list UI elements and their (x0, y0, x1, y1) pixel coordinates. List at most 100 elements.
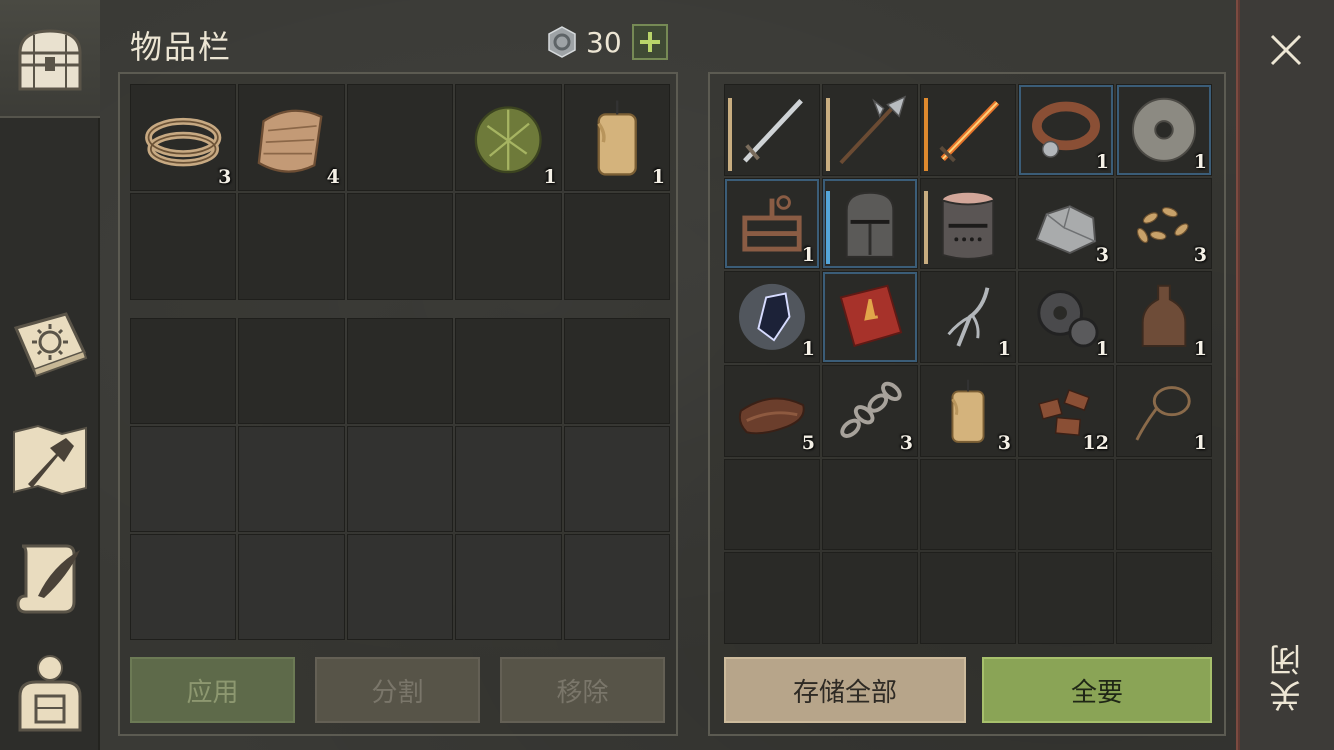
silver-coin-icon (548, 26, 576, 58)
item-slot-crystal[interactable]: 1 (724, 271, 820, 363)
sword-icon (743, 99, 803, 163)
grindstone-icon (1131, 97, 1197, 162)
inventory-slot[interactable] (563, 318, 670, 424)
item-count: 5 (801, 431, 815, 454)
inventory-slot[interactable] (455, 318, 562, 424)
scroll-quill-icon[interactable] (8, 536, 92, 620)
empty-slot[interactable] (238, 193, 345, 300)
crafting-map-icon[interactable] (8, 418, 92, 502)
inventory-slot[interactable] (346, 318, 454, 424)
item-slot-leather[interactable]: 5 (724, 364, 820, 457)
item-count: 3 (1193, 244, 1207, 267)
item-slot-red-book[interactable] (822, 271, 918, 363)
empty-slot[interactable] (346, 84, 454, 191)
inventory-slot[interactable] (130, 318, 237, 424)
iron-ore-icon (1035, 204, 1097, 254)
item-slot-grass-ball[interactable]: 1 (455, 84, 562, 191)
add-currency-button[interactable] (631, 24, 668, 60)
empty-slot[interactable] (563, 193, 670, 300)
page-title: 物品栏 (130, 28, 233, 66)
item-count: 1 (1193, 150, 1207, 173)
item-slot-great-helm[interactable] (822, 177, 918, 270)
empty-slot[interactable] (1018, 458, 1114, 551)
empty-slot[interactable] (920, 458, 1016, 551)
take-all-button[interactable]: 全要 (982, 657, 1212, 723)
item-slot-iron-ore[interactable]: 3 (1018, 177, 1114, 270)
chest-icon (18, 29, 82, 91)
remove-button[interactable]: 移除 (500, 657, 665, 723)
item-slot-seeds[interactable]: 3 (1116, 177, 1212, 270)
item-slot-bottle[interactable]: 1 (1116, 271, 1212, 363)
item-slot-gears[interactable]: 1 (1018, 271, 1114, 363)
grass-ball-icon (474, 106, 542, 174)
item-slot-claw-tool[interactable]: 1 (920, 271, 1016, 363)
item-count: 1 (543, 166, 557, 188)
leather-icon (738, 397, 805, 435)
durability-bar (924, 97, 928, 171)
rope-icon (145, 117, 222, 167)
locked-slot (238, 426, 345, 532)
item-count: 3 (997, 431, 1011, 454)
item-slot-halberd[interactable] (822, 84, 918, 176)
great-helm-icon (845, 191, 895, 258)
locked-slot (130, 534, 237, 640)
apply-button[interactable]: 应用 (130, 657, 295, 723)
locked-slot (563, 426, 670, 532)
candle-icon (596, 100, 637, 176)
empty-slot[interactable] (724, 552, 820, 644)
item-slot-bucket-helm[interactable] (920, 177, 1016, 270)
locked-slot (455, 426, 562, 532)
item-slot-grindstone[interactable]: 1 (1116, 84, 1212, 176)
empty-slot[interactable] (346, 193, 454, 300)
character-icon[interactable] (8, 650, 92, 734)
storage-grid: 1 1 1 3 3 1 1 1 1 5 3 3 12 1 (724, 84, 1212, 644)
locked-grid (130, 318, 670, 640)
item-count: 1 (1193, 431, 1207, 454)
split-button[interactable]: 分割 (315, 657, 480, 723)
empty-slot[interactable] (822, 458, 918, 551)
locked-slot (130, 426, 237, 532)
empty-slot[interactable] (455, 193, 562, 300)
empty-slot[interactable] (724, 458, 820, 551)
item-slot-rope[interactable]: 3 (130, 84, 237, 191)
item-slot-scrap[interactable]: 12 (1018, 364, 1114, 457)
item-slot-cloth[interactable]: 4 (238, 84, 345, 191)
inventory-slot[interactable] (238, 318, 345, 424)
store-all-button[interactable]: 存储全部 (724, 657, 966, 723)
close-label[interactable]: 关闭 (1264, 640, 1310, 712)
item-slot-sword[interactable] (724, 84, 820, 176)
item-slot-lasso[interactable]: 1 (1116, 364, 1212, 457)
empty-slot[interactable] (1116, 552, 1212, 644)
empty-slot[interactable] (1116, 458, 1212, 551)
close-panel[interactable]: 关闭 (1236, 0, 1334, 750)
empty-slot[interactable] (920, 552, 1016, 644)
item-count: 1 (651, 166, 665, 188)
item-count: 1 (1095, 150, 1109, 173)
empty-slot[interactable] (822, 552, 918, 644)
item-count: 1 (801, 337, 815, 360)
sun-book-icon[interactable] (8, 300, 92, 384)
item-slot-candle[interactable]: 3 (920, 364, 1016, 457)
item-count: 3 (218, 166, 232, 188)
item-slot-candle[interactable]: 1 (563, 84, 670, 191)
durability-bar (826, 97, 830, 171)
locked-slot (563, 534, 670, 640)
chain-icon (840, 381, 902, 438)
trap-frame-icon (742, 194, 802, 252)
item-slot-flame-sword[interactable] (920, 84, 1016, 176)
bucket-helm-icon (941, 192, 995, 260)
item-slot-trap-frame[interactable]: 1 (724, 177, 820, 270)
item-count: 1 (1095, 337, 1109, 360)
empty-slot[interactable] (1018, 552, 1114, 644)
close-icon[interactable] (1266, 30, 1306, 70)
item-slot-collar[interactable]: 1 (1018, 84, 1114, 176)
item-slot-chain[interactable]: 3 (822, 364, 918, 457)
gears-icon (1037, 290, 1099, 348)
sidebar-tab-inventory[interactable] (0, 0, 100, 118)
locked-slot (346, 534, 454, 640)
empty-slot[interactable] (130, 193, 237, 300)
durability-bar (728, 97, 732, 171)
claw-tool-icon (947, 287, 990, 347)
currency-value: 30 (586, 25, 622, 59)
currency-display: 30 (546, 22, 668, 62)
